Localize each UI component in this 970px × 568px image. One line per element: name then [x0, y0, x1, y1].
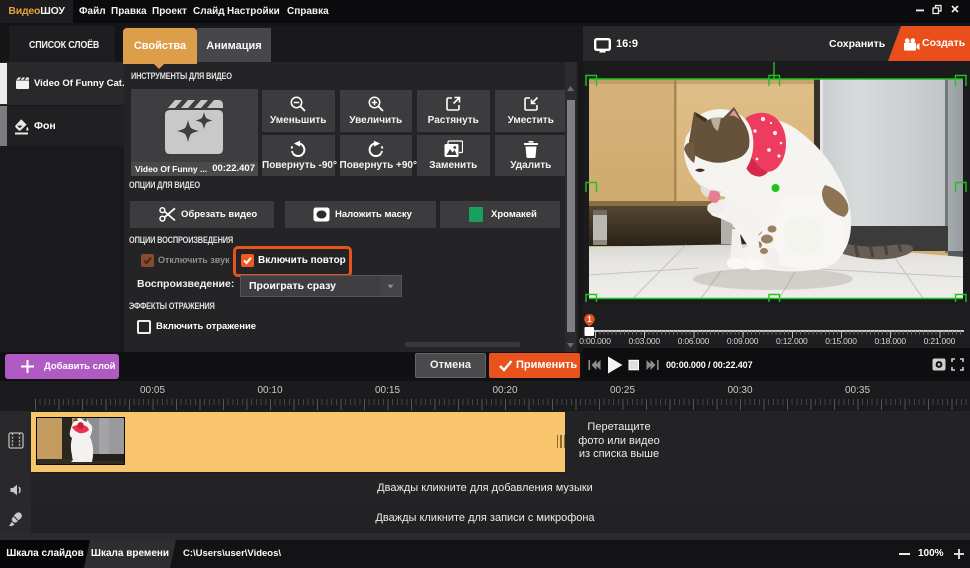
svg-text:1: 1 [587, 315, 592, 324]
